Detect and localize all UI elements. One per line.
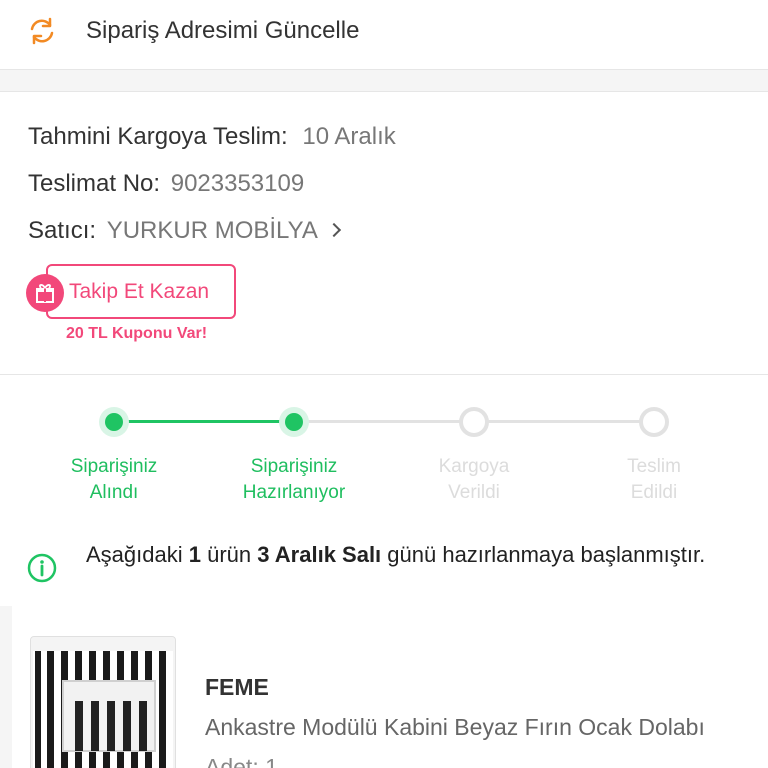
delivery-estimate-row: Tahmini Kargoya Teslim: 10 Aralık: [28, 123, 396, 151]
refresh-icon: [30, 17, 54, 45]
order-info-section: Tahmini Kargoya Teslim: 10 Aralık Teslim…: [0, 92, 768, 375]
seller-row[interactable]: Satıcı: YURKUR MOBİLYA: [28, 217, 342, 245]
update-address-bar[interactable]: Sipariş Adresimi Güncelle: [0, 0, 768, 70]
tracking-number-value: 9023353109: [170, 170, 305, 197]
progress-line-2: [294, 420, 474, 423]
update-address-label: Sipariş Adresimi Güncelle: [86, 17, 360, 44]
delivery-estimate-value: 10 Aralık: [302, 123, 396, 150]
order-progress: Siparişiniz Alındı Siparişiniz Hazırlanıyo…: [0, 376, 768, 536]
preparation-notice: Aşağıdaki 1 ürün 3 Aralık Salı günü hazı…: [0, 536, 768, 606]
step-dot-preparing: [279, 407, 309, 437]
step-label-delivered: Teslim Edildi: [627, 456, 681, 503]
product-quantity: Adet: 1: [205, 754, 278, 768]
step-dot-delivered: [639, 407, 669, 437]
section-divider: [0, 70, 768, 92]
chevron-right-icon: [327, 222, 342, 238]
step-label-preparing: Siparişiniz Hazırlanıyor: [242, 456, 346, 503]
progress-line-1: [114, 420, 294, 423]
coupon-text: 20 TL Kuponu Var!: [66, 325, 208, 342]
seller-label: Satıcı:: [28, 217, 97, 244]
tracking-number-row: Teslimat No: 9023353109: [28, 170, 304, 198]
step-label-received: Siparişiniz Alındı: [70, 456, 158, 503]
product-image[interactable]: [30, 636, 176, 768]
tracking-number-label: Teslimat No:: [28, 170, 161, 197]
step-label-shipped: Kargoya Verildi: [438, 456, 510, 503]
preparation-notice-text: Aşağıdaki 1 ürün 3 Aralık Salı günü hazı…: [86, 542, 706, 567]
progress-line-3: [474, 420, 654, 423]
follow-earn-label: Takip Et Kazan: [69, 279, 210, 303]
follow-earn-button[interactable]: Takip Et Kazan: [46, 264, 236, 319]
delivery-estimate-label: Tahmini Kargoya Teslim:: [28, 123, 288, 150]
step-dot-received: [99, 407, 129, 437]
product-name[interactable]: Ankastre Modülü Kabini Beyaz Fırın Ocak …: [205, 714, 750, 741]
step-dot-shipped: [459, 407, 489, 437]
seller-link[interactable]: YURKUR MOBİLYA: [107, 217, 317, 244]
gift-icon: [26, 274, 64, 312]
product-section: FEME Ankastre Modülü Kabini Beyaz Fırın …: [0, 606, 768, 768]
info-icon: [27, 553, 57, 583]
product-brand: FEME: [205, 674, 269, 700]
